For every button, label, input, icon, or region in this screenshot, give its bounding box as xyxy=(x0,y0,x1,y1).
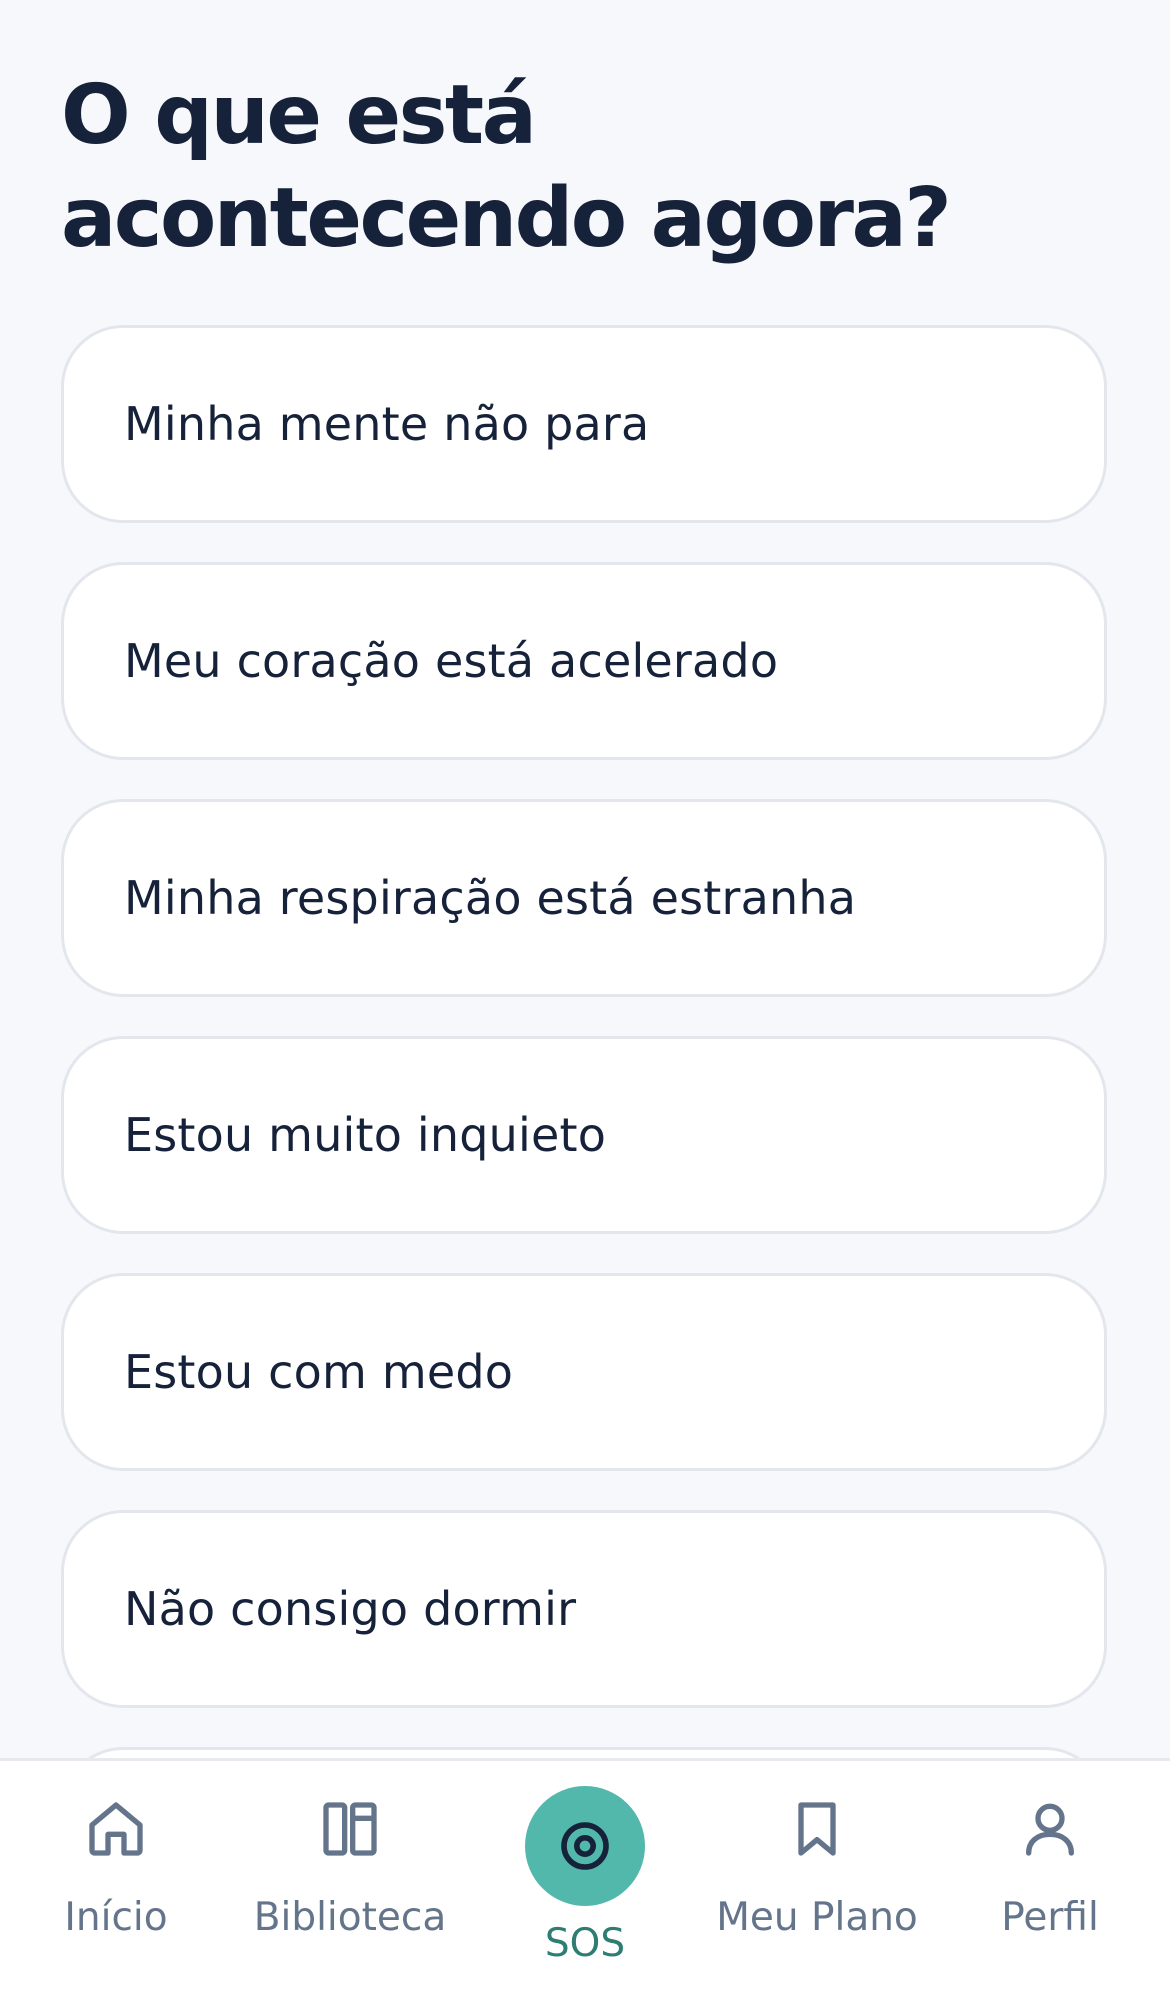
page-title: O que está acontecendo agora? xyxy=(61,68,952,266)
option-breathing-strange[interactable]: Minha respiração está estranha xyxy=(61,799,1107,997)
sos-screen: O que está acontecendo agora? Minha ment… xyxy=(0,0,1170,1992)
option-mind-racing[interactable]: Minha mente não para xyxy=(61,325,1107,523)
option-label: Não consigo dormir xyxy=(124,1582,577,1636)
user-icon xyxy=(1026,1803,1074,1856)
option-afraid[interactable]: Estou com medo xyxy=(61,1273,1107,1471)
bookmark-icon xyxy=(798,1802,836,1856)
option-restless[interactable]: Estou muito inquieto xyxy=(61,1036,1107,1234)
home-icon xyxy=(89,1802,143,1856)
option-heart-racing[interactable]: Meu coração está acelerado xyxy=(61,562,1107,760)
tab-biblioteca[interactable]: Biblioteca xyxy=(250,1761,450,1992)
option-label: Minha respiração está estranha xyxy=(124,871,857,925)
option-label: Minha mente não para xyxy=(124,397,650,451)
bottom-tab-bar: Início Biblioteca SOS Meu Plano Perfil xyxy=(0,1758,1170,1992)
option-label: Estou com medo xyxy=(124,1345,514,1399)
tab-inicio[interactable]: Início xyxy=(46,1761,186,1992)
tab-label: Meu Plano xyxy=(716,1895,918,1940)
option-cant-sleep[interactable]: Não consigo dormir xyxy=(61,1510,1107,1708)
target-icon xyxy=(561,1822,609,1870)
library-icon xyxy=(323,1802,377,1856)
option-label: Meu coração está acelerado xyxy=(124,634,779,688)
tab-perfil[interactable]: Perfil xyxy=(990,1761,1110,1992)
tab-label: Perfil xyxy=(1001,1895,1099,1940)
option-label: Estou muito inquieto xyxy=(124,1108,607,1162)
sos-button[interactable] xyxy=(525,1786,645,1906)
tab-label: Biblioteca xyxy=(253,1895,447,1940)
tab-sos[interactable]: SOS xyxy=(520,1761,650,1992)
symptom-options-list: Minha mente não para Meu coração está ac… xyxy=(61,325,1107,1984)
tab-label: SOS xyxy=(544,1921,626,1966)
tab-meu-plano[interactable]: Meu Plano xyxy=(712,1761,922,1992)
tab-label: Início xyxy=(64,1895,168,1940)
